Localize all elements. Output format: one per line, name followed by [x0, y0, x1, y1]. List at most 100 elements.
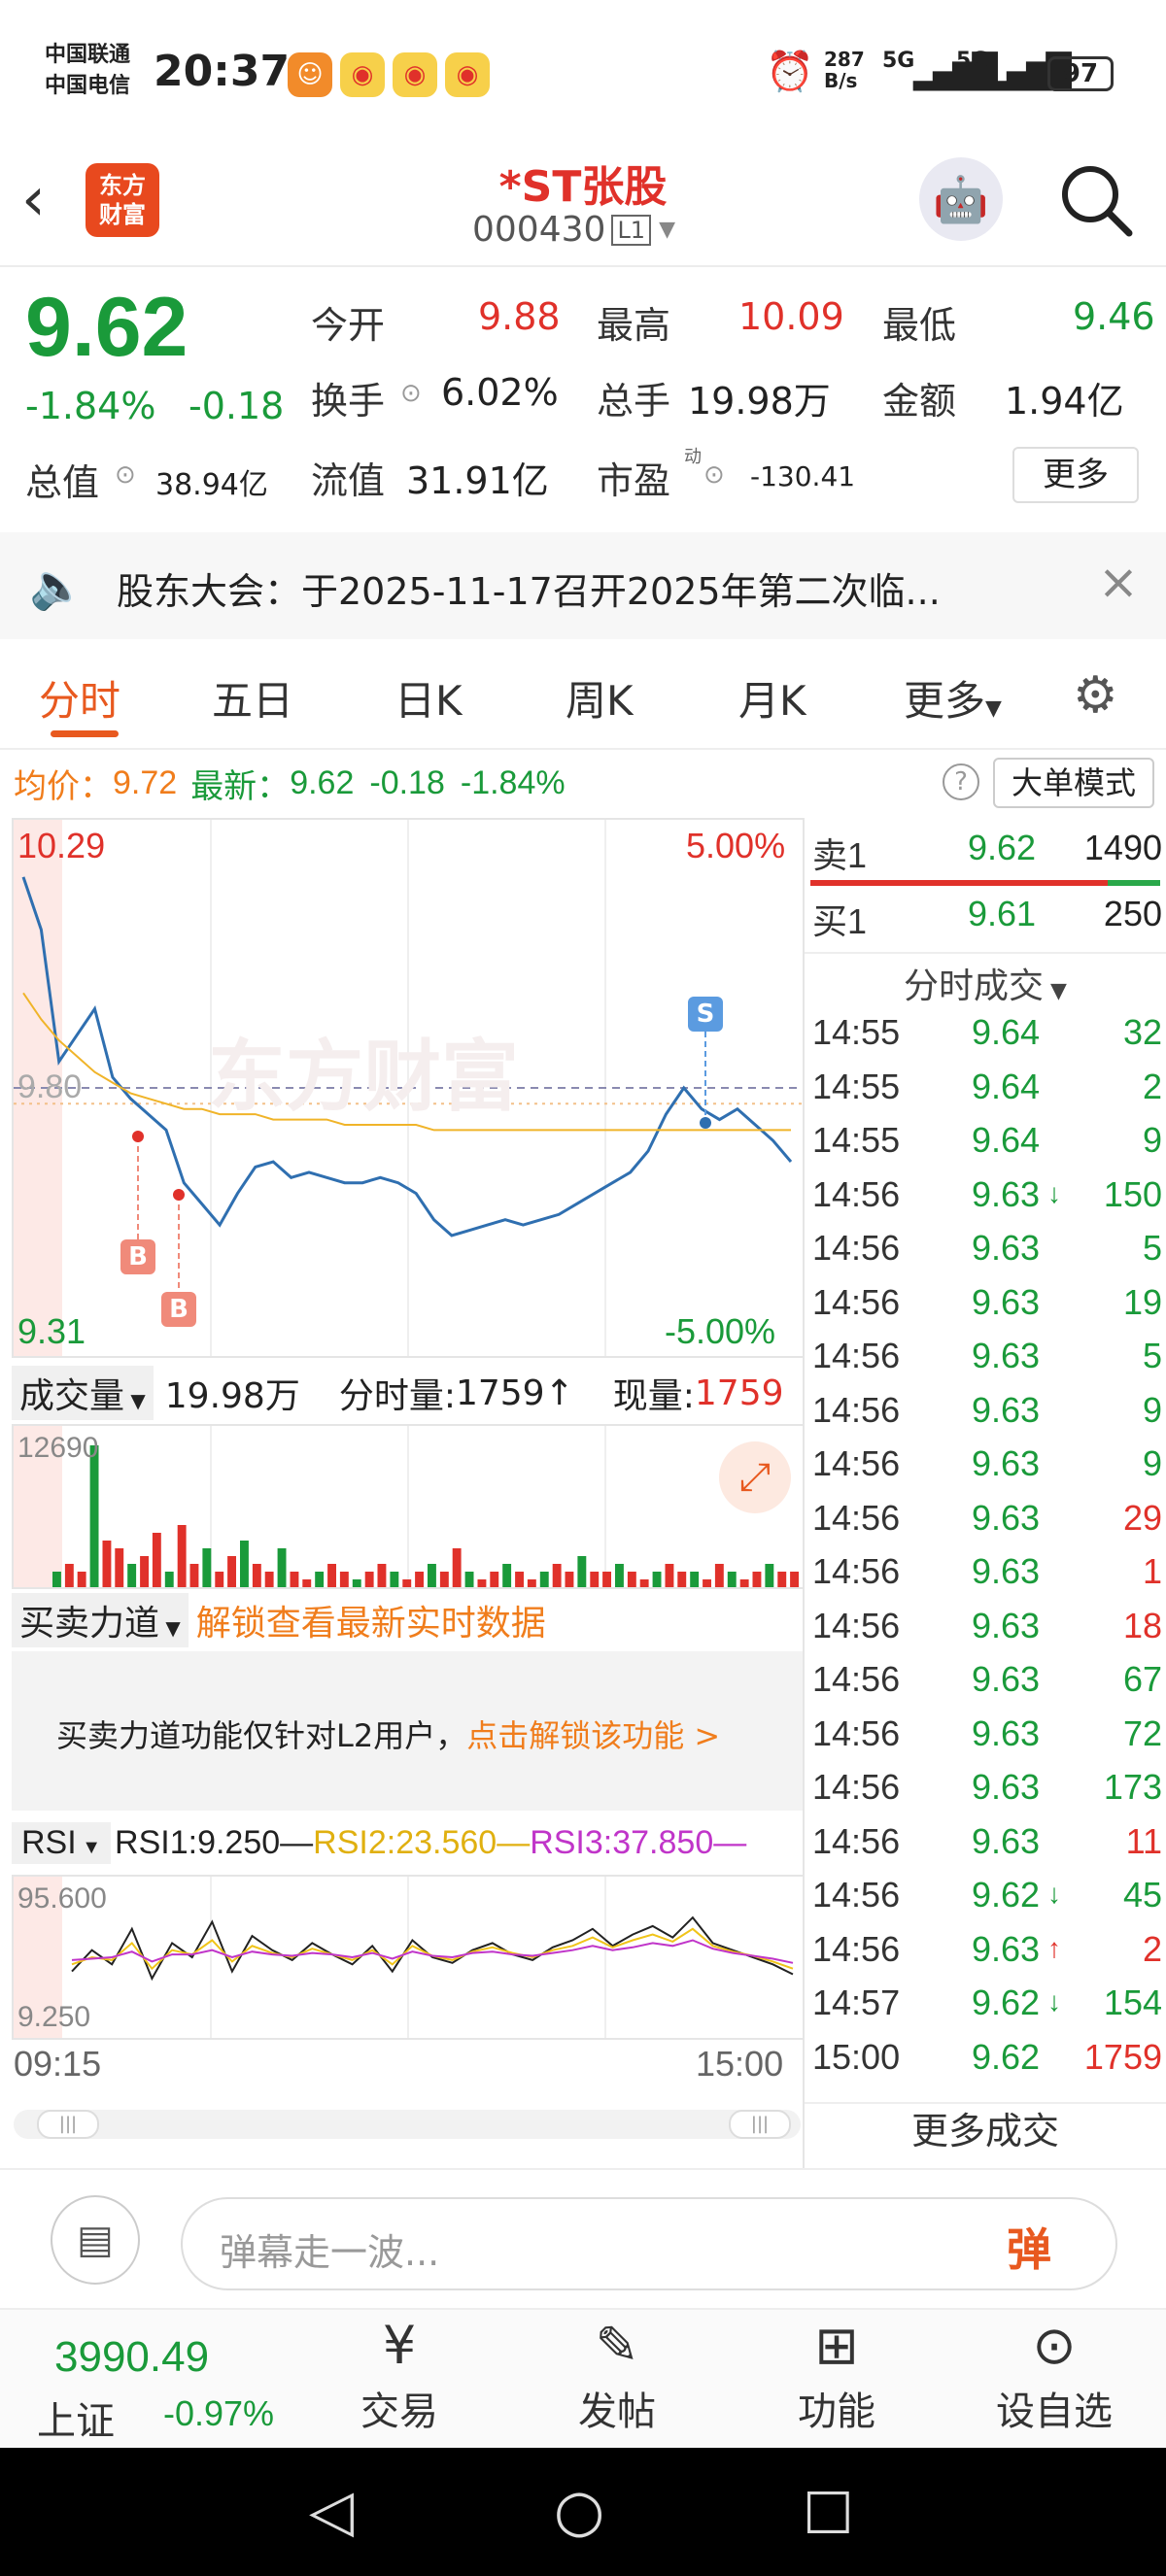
trade-tick-row: 14:56 9.63 5	[812, 1336, 1162, 1390]
arrow-up-icon: ↑	[544, 1373, 574, 1413]
volume-bar	[402, 1579, 412, 1587]
scrollbar-left-handle[interactable]: |||	[37, 2110, 99, 2139]
volume-bar	[627, 1572, 636, 1587]
search-icon[interactable]	[1057, 161, 1135, 243]
notice-bar[interactable]: 🔈 股东大会：于2025-11-17召开2025年第二次临... ×	[0, 532, 1166, 639]
volume-bar	[539, 1572, 549, 1587]
buysell-locked-panel[interactable]: 买卖力道功能仅针对L2用户，点击解锁该功能 >	[12, 1651, 805, 1811]
tick-direction-icon: ↑	[1047, 1932, 1061, 1963]
app-logo[interactable]: 东方 财富	[86, 163, 159, 237]
tick-volume: 9	[1142, 1389, 1162, 1430]
notification-icons: ☺ ◉ ◉ ◉	[288, 52, 497, 97]
back-nav-icon[interactable]: ◁	[309, 2477, 354, 2545]
nav-trade-label: 交易	[360, 2390, 438, 2434]
tick-price: 9.63	[972, 1767, 1041, 1807]
rsi-chart[interactable]: 95.600 9.250	[12, 1875, 805, 2040]
last-price: 9.62	[25, 281, 189, 374]
tab-five-day[interactable]: 五日	[212, 668, 293, 728]
info-icon[interactable]: ⊙	[115, 460, 136, 490]
volume: 19.98万	[688, 380, 831, 423]
volume-label: 总手	[597, 380, 671, 423]
danmu-settings-icon[interactable]: ▤	[51, 2195, 140, 2285]
expand-icon[interactable]: ⤢	[719, 1441, 791, 1513]
help-icon[interactable]: ?	[943, 763, 979, 800]
tick-time: 14:55	[812, 1012, 901, 1052]
more-button[interactable]: 更多	[1012, 447, 1139, 503]
volume-bar	[415, 1572, 424, 1587]
volume-bar	[665, 1564, 674, 1587]
nav-functions[interactable]: ⊞ 功能	[744, 2312, 929, 2436]
gear-icon[interactable]: ⚙	[1073, 666, 1118, 725]
volume-bar	[302, 1579, 312, 1587]
watermark: 东方财富	[208, 1032, 519, 1122]
volume-bar	[77, 1572, 86, 1587]
turnover: 6.02%	[441, 371, 559, 414]
price-min-label: 9.31	[17, 1311, 86, 1351]
unlock-title[interactable]: 解锁查看最新实时数据	[196, 1595, 546, 1645]
tick-volume: 45	[1122, 1875, 1162, 1915]
tick-volume: 1759	[1083, 2036, 1162, 2077]
tab-daily-k[interactable]: 日K	[394, 668, 463, 728]
volume-bar	[527, 1579, 536, 1587]
nav-trade[interactable]: ¥ 交易	[307, 2312, 492, 2436]
tab-weekly-k[interactable]: 周K	[566, 668, 634, 728]
rsi-min-label: 9.250	[17, 2001, 91, 2033]
danmu-toggle-button[interactable]: 弹	[1007, 2215, 1051, 2279]
app-notification-icon: ☺	[288, 52, 332, 97]
scrollbar-right-handle[interactable]: |||	[729, 2110, 791, 2139]
level-badge: L1	[611, 214, 652, 246]
divider	[805, 952, 1166, 954]
volume-bar	[240, 1541, 249, 1587]
volume-bar	[164, 1572, 174, 1587]
trade-tick-row: 14:56 9.63 ↑ 2	[812, 1929, 1162, 1983]
trade-tick-row: 14:56 9.63 18	[812, 1606, 1162, 1660]
unlock-link[interactable]: 点击解锁该功能 >	[466, 1717, 720, 1754]
tick-direction-icon: ↓	[1047, 1986, 1061, 2017]
buy-marker[interactable]: B	[120, 1239, 155, 1274]
robot-assistant-icon[interactable]: 🤖	[919, 157, 1003, 241]
tick-price: 9.63	[972, 1820, 1041, 1861]
danmu-input[interactable]: 弹幕走一波... 弹	[181, 2197, 1117, 2290]
recents-nav-icon[interactable]: □	[803, 2477, 854, 2540]
ask-strength	[810, 880, 1108, 886]
volume-chart[interactable]: 12690 ⤢	[12, 1424, 805, 1589]
more-trades-button[interactable]: 更多成交	[805, 2102, 1166, 2160]
time-range-scrollbar[interactable]: ||| |||	[14, 2110, 801, 2139]
volume-bar	[64, 1564, 74, 1587]
tick-price: 9.64	[972, 1066, 1041, 1106]
buysell-note-text: 买卖力道功能仅针对L2用户，	[56, 1717, 467, 1754]
nav-post[interactable]: ✎ 发帖	[525, 2312, 709, 2436]
close-icon[interactable]: ×	[1098, 554, 1139, 610]
tick-price: 9.63	[972, 1228, 1041, 1268]
volume-bar	[602, 1572, 611, 1587]
home-nav-icon[interactable]: ○	[554, 2477, 604, 2545]
big-order-mode-button[interactable]: 大单模式	[993, 758, 1154, 808]
tab-monthly-k[interactable]: 月K	[738, 668, 806, 728]
ask-1-row: 卖1 9.62 1490	[812, 828, 1162, 882]
volume-indicator-select[interactable]: 成交量 ▼	[12, 1366, 154, 1420]
buysell-indicator-select[interactable]: 买卖力道 ▼	[12, 1593, 189, 1647]
bid-price: 9.61	[968, 894, 1037, 933]
tab-more[interactable]: 更多▼	[904, 668, 1002, 728]
trade-tick-row: 14:55 9.64 9	[812, 1120, 1162, 1174]
volume-bar	[565, 1572, 574, 1587]
rsi-label: RSI	[21, 1823, 77, 1861]
buy-marker[interactable]: B	[161, 1292, 196, 1327]
price-chart[interactable]: 东方财富 10.29 5.00% 9.80 9.31 -5.00% B B S	[12, 818, 805, 1358]
ticks-title[interactable]: 分时成交 ▼	[805, 958, 1166, 1008]
chevron-down-icon: ▼	[124, 1389, 146, 1412]
nav-add-watchlist[interactable]: ⊙ 设自选	[962, 2312, 1147, 2436]
info-icon[interactable]: ⊙	[703, 460, 725, 490]
back-icon[interactable]: ‹	[21, 163, 46, 234]
volume-bar	[790, 1572, 799, 1587]
tab-intraday[interactable]: 分时	[39, 668, 120, 728]
bid-volume: 250	[1103, 894, 1162, 933]
tick-time: 14:56	[812, 1443, 901, 1483]
stock-code-switch[interactable]: 000430 L1 ▼	[472, 210, 675, 250]
info-icon[interactable]: ⊙	[400, 379, 422, 408]
sell-marker[interactable]: S	[688, 997, 723, 1032]
rsi-indicator-select[interactable]: RSI ▼	[12, 1821, 112, 1864]
index-value[interactable]: 3990.49	[54, 2333, 209, 2382]
tick-price: 9.64	[972, 1120, 1041, 1160]
volume-bar	[639, 1579, 649, 1587]
